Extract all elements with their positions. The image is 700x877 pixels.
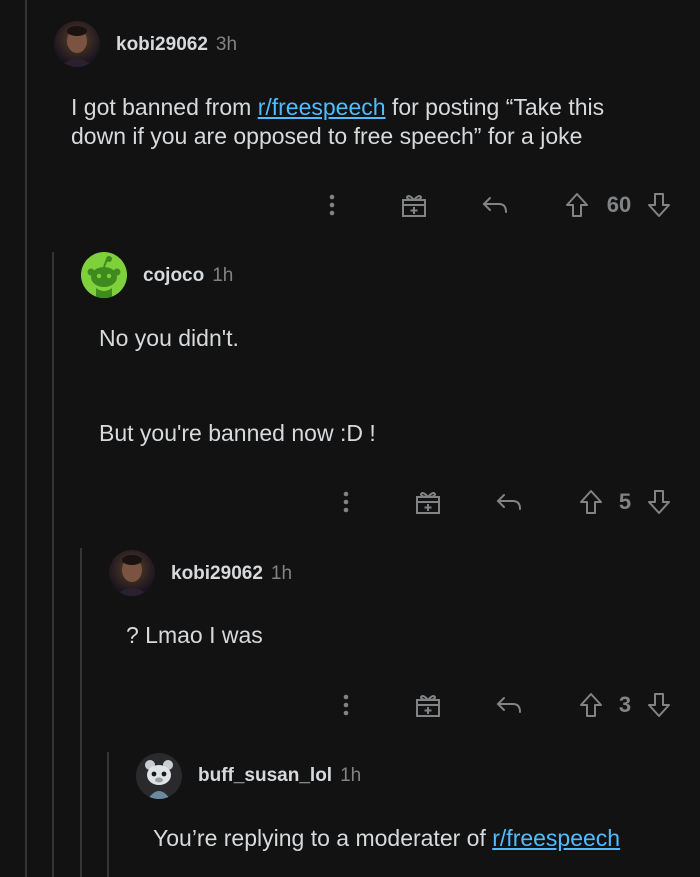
snoo-icon bbox=[87, 256, 121, 298]
vote-count: 3 bbox=[612, 687, 638, 723]
more-options-button[interactable] bbox=[320, 187, 344, 223]
downvote-icon bbox=[648, 490, 670, 514]
upvote-icon bbox=[566, 193, 588, 217]
comment-text: I got banned from bbox=[71, 94, 258, 120]
more-vertical-icon bbox=[329, 194, 335, 216]
more-vertical-icon bbox=[343, 491, 349, 513]
gift-award-icon bbox=[416, 492, 440, 514]
comment-body: ? Lmao I was bbox=[126, 622, 263, 648]
subreddit-link[interactable]: r/freespeech bbox=[258, 94, 386, 120]
reply-button[interactable] bbox=[480, 187, 510, 223]
more-vertical-icon bbox=[343, 694, 349, 716]
upvote-button[interactable] bbox=[563, 187, 591, 223]
downvote-button[interactable] bbox=[645, 687, 673, 723]
gift-award-icon bbox=[402, 195, 426, 217]
comment-meta: kobi29062 1h bbox=[171, 563, 292, 585]
timestamp: 3h bbox=[215, 34, 238, 55]
reply-button[interactable] bbox=[494, 484, 524, 520]
comment-text: You’re replying to a moderater of bbox=[153, 825, 493, 851]
comment-actions: 3 bbox=[0, 687, 700, 723]
downvote-icon bbox=[648, 193, 670, 217]
comment-meta: cojoco 1h bbox=[143, 265, 233, 287]
vote-count: 5 bbox=[612, 484, 638, 520]
username[interactable]: kobi29062 bbox=[171, 563, 263, 585]
thread-line-level-1[interactable] bbox=[25, 0, 27, 877]
comment-actions: 60 bbox=[0, 187, 700, 223]
gift-award-icon bbox=[416, 695, 440, 717]
vote-count-text: 3 bbox=[618, 692, 632, 717]
thread-line-level-2[interactable] bbox=[52, 252, 54, 877]
username[interactable]: cojoco bbox=[143, 265, 204, 287]
downvote-button[interactable] bbox=[645, 187, 673, 223]
snoo-avatar-icon bbox=[145, 760, 173, 799]
user-avatar[interactable] bbox=[109, 550, 155, 596]
reply-icon bbox=[496, 697, 521, 713]
upvote-icon bbox=[580, 693, 602, 717]
upvote-button[interactable] bbox=[577, 484, 605, 520]
subreddit-link[interactable]: r/freespeech bbox=[492, 825, 620, 851]
comment-body-line-1: No you didn't. bbox=[99, 325, 239, 351]
timestamp: 1h bbox=[340, 765, 362, 786]
more-options-button[interactable] bbox=[334, 687, 358, 723]
comment-meta: buff_susan_lol 1h bbox=[198, 765, 361, 787]
award-button[interactable] bbox=[400, 187, 428, 223]
username[interactable]: buff_susan_lol bbox=[198, 765, 332, 787]
reply-icon bbox=[496, 494, 521, 510]
award-button[interactable] bbox=[414, 687, 442, 723]
comment-body-line-2: But you're banned now :D ! bbox=[99, 420, 376, 446]
downvote-icon bbox=[648, 693, 670, 717]
thread-line-level-4[interactable] bbox=[107, 752, 109, 877]
upvote-icon bbox=[580, 490, 602, 514]
upvote-button[interactable] bbox=[577, 687, 605, 723]
timestamp: 1h bbox=[212, 265, 234, 286]
user-avatar[interactable] bbox=[136, 753, 182, 799]
reply-button[interactable] bbox=[494, 687, 524, 723]
comment-body: You’re replying to a moderater of r/free… bbox=[153, 824, 693, 853]
user-avatar[interactable] bbox=[81, 252, 127, 298]
vote-count-text: 60 bbox=[606, 192, 632, 217]
downvote-button[interactable] bbox=[645, 484, 673, 520]
reply-icon bbox=[482, 197, 507, 213]
user-avatar[interactable] bbox=[54, 21, 100, 67]
vote-count: 60 bbox=[600, 187, 638, 223]
comment-actions: 5 bbox=[0, 484, 700, 520]
username[interactable]: kobi29062 bbox=[116, 34, 208, 56]
more-options-button[interactable] bbox=[334, 484, 358, 520]
comment-body: I got banned from r/freespeech for posti… bbox=[71, 93, 661, 151]
timestamp: 1h bbox=[270, 563, 293, 584]
award-button[interactable] bbox=[414, 484, 442, 520]
comment-meta: kobi29062 3h bbox=[116, 34, 237, 56]
vote-count-text: 5 bbox=[618, 489, 632, 514]
